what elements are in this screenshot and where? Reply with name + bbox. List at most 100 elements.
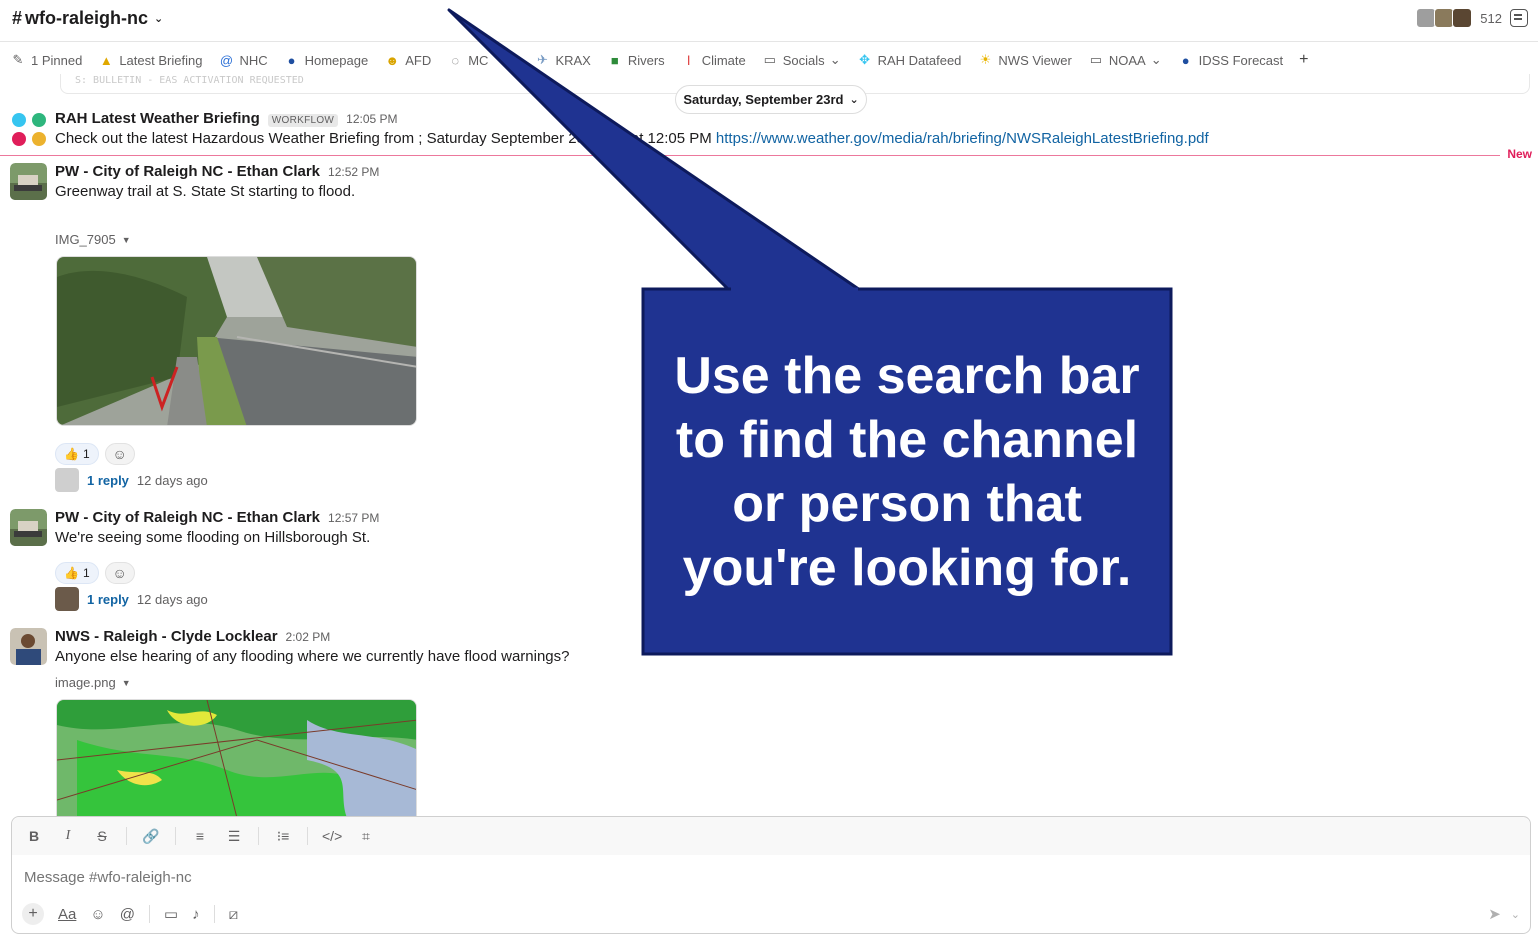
reactions: 👍 1 ☺ [55, 562, 135, 584]
code-icon[interactable]: </> [322, 828, 342, 844]
italic-button[interactable]: I [58, 828, 78, 844]
bookmark-rah-datafeed[interactable]: ✥ RAH Datafeed [857, 52, 961, 68]
thumbs-up-reaction[interactable]: 👍 1 [55, 562, 99, 584]
blockquote-icon[interactable]: ⁝≡ [273, 828, 293, 845]
plus-icon[interactable]: + [22, 903, 44, 925]
bookmark-nhc[interactable]: @ NHC [218, 52, 268, 68]
workflow-badge: WORKFLOW [267, 114, 339, 127]
message-composer: B I S 🔗 ≡ ☰ ⁝≡ </> ⌗ + Aa ☺ @ ▭ ♪ ⧄ ➤ ⌄ [11, 816, 1531, 934]
toolbar-divider [148, 905, 150, 923]
bookmark-afd[interactable]: ☻ AFD [384, 53, 431, 68]
add-bookmark-button[interactable]: + [1299, 51, 1308, 69]
message-time[interactable]: 12:05 PM [346, 112, 397, 126]
briefing-link[interactable]: https://www.weather.gov/media/rah/briefi… [716, 130, 1209, 147]
bookmark-rivers[interactable]: ■ Rivers [607, 53, 665, 68]
formatting-toolbar: B I S 🔗 ≡ ☰ ⁝≡ </> ⌗ [12, 817, 1530, 855]
thread-replies[interactable]: 1 reply 12 days ago [55, 587, 208, 611]
avatar [55, 468, 79, 492]
radar-icon: ✈ [536, 52, 548, 67]
send-icon[interactable]: ➤ [1488, 905, 1501, 923]
flood-photo[interactable] [56, 256, 417, 426]
bookmark-homepage[interactable]: ● Homepage [284, 53, 369, 68]
member-count[interactable]: 512 [1480, 11, 1502, 26]
message-time[interactable]: 12:57 PM [328, 511, 379, 525]
avatar[interactable] [10, 509, 47, 546]
message-text: Greenway trail at S. State St starting t… [55, 183, 356, 200]
reactions: 👍 1 ☺ [55, 443, 135, 465]
bookmark-idss-forecast[interactable]: ● IDSS Forecast [1178, 52, 1283, 68]
thumbs-up-reaction[interactable]: 👍 1 [55, 443, 99, 465]
date-divider-button[interactable]: Saturday, September 23rd ⌄ [675, 85, 867, 114]
video-icon[interactable]: ▭ [164, 905, 178, 923]
chevron-down-icon: ⌄ [829, 52, 841, 67]
message-author[interactable]: PW - City of Raleigh NC - Ethan Clark [55, 163, 320, 180]
message-time[interactable]: 12:52 PM [328, 165, 379, 179]
greenway-flood-image [57, 257, 416, 425]
message-text: We're seeing some flooding on Hillsborou… [55, 529, 371, 546]
message-input[interactable] [24, 865, 1514, 889]
bookmark-mc[interactable]: ◌ MC [447, 53, 488, 68]
add-reaction-button[interactable]: ☺ [104, 443, 135, 465]
reply-count-link[interactable]: 1 reply [87, 592, 129, 607]
canvas-icon[interactable] [1510, 9, 1528, 27]
text-format-icon[interactable]: Aa [58, 906, 76, 923]
bookmark-noaa[interactable]: ▭ NOAA ⌄ [1088, 52, 1162, 68]
chevron-down-icon: ⌄ [154, 13, 164, 25]
bookmark-socials[interactable]: ▭ Socials ⌄ [762, 52, 841, 68]
chevron-down-icon: ⌄ [1150, 52, 1162, 67]
file-name-toggle[interactable]: image.png ▼ [55, 675, 131, 690]
member-avatars-button[interactable] [1416, 8, 1473, 28]
toolbar-divider [213, 905, 215, 923]
bookmark-latest-briefing[interactable]: ▲ Latest Briefing [98, 53, 203, 68]
toolbar-divider [126, 827, 127, 845]
reply-age: 12 days ago [136, 591, 208, 607]
chevron-down-icon[interactable]: ⌄ [1511, 908, 1520, 921]
add-reaction-button[interactable]: ☺ [104, 562, 135, 584]
new-label: New [1507, 147, 1532, 161]
slash-command-icon[interactable]: ⧄ [229, 906, 239, 923]
message-author[interactable]: RAH Latest Weather Briefing [55, 110, 260, 127]
message-author[interactable]: PW - City of Raleigh NC - Ethan Clark [55, 509, 320, 526]
hurricane-icon: @ [219, 52, 234, 68]
message-time[interactable]: 2:02 PM [286, 630, 331, 644]
noaa-icon: ● [1181, 52, 1190, 68]
microphone-icon[interactable]: ♪ [192, 906, 200, 923]
workflow-avatar [10, 110, 48, 148]
callout-text: Use the search bar to find the channel o… [674, 347, 1140, 597]
file-name-toggle[interactable]: IMG_7905 ▼ [55, 232, 131, 247]
bulleted-list-icon[interactable]: ☰ [224, 828, 244, 845]
code-block-icon[interactable]: ⌗ [356, 828, 376, 845]
message-author[interactable]: NWS - Raleigh - Clyde Locklear [55, 628, 278, 645]
emoji-icon[interactable]: ☺ [90, 906, 105, 923]
folder-icon: ▭ [763, 52, 776, 67]
reply-age: 12 days ago [136, 472, 208, 488]
mention-icon[interactable]: @ [120, 906, 135, 923]
bookmark-nws-viewer[interactable]: ☀ NWS Viewer [977, 52, 1072, 68]
thermometer-icon: ǀ [686, 52, 691, 68]
emoji-icon: ☻ [385, 52, 400, 68]
bookmark-climate[interactable]: ǀ Climate [681, 53, 746, 68]
radar-map [57, 700, 416, 816]
reply-count-link[interactable]: 1 reply [87, 473, 129, 488]
caret-down-icon: ▼ [121, 234, 131, 245]
bookmark-pinned[interactable]: ✎ 1 Pinned [10, 52, 83, 68]
bookmark-krax[interactable]: ✈ KRAX [534, 52, 591, 68]
strikethrough-button[interactable]: S [92, 828, 112, 844]
channel-name: wfo-raleigh-nc [25, 8, 149, 28]
bold-button[interactable]: B [24, 828, 44, 844]
thread-replies[interactable]: 1 reply 12 days ago [55, 468, 208, 492]
avatar[interactable] [10, 628, 47, 665]
workflow-icon [12, 113, 46, 146]
bookmarks-bar: ✎ 1 Pinned ▲ Latest Briefing @ NHC ● Homepag… [0, 44, 1538, 76]
toolbar-divider [175, 827, 176, 845]
avatar [55, 587, 79, 611]
new-messages-divider [0, 155, 1500, 156]
avatar[interactable] [10, 163, 47, 200]
channel-name-button[interactable]: # wfo-raleigh-nc ⌄ [12, 8, 163, 29]
slack-icon: ✥ [859, 52, 871, 67]
add-emoji-icon: ☺ [112, 565, 127, 581]
link-icon[interactable]: 🔗 [141, 828, 161, 845]
composer-actions: + Aa ☺ @ ▭ ♪ ⧄ [22, 903, 238, 925]
ordered-list-icon[interactable]: ≡ [190, 828, 210, 844]
radar-image[interactable] [56, 699, 417, 817]
